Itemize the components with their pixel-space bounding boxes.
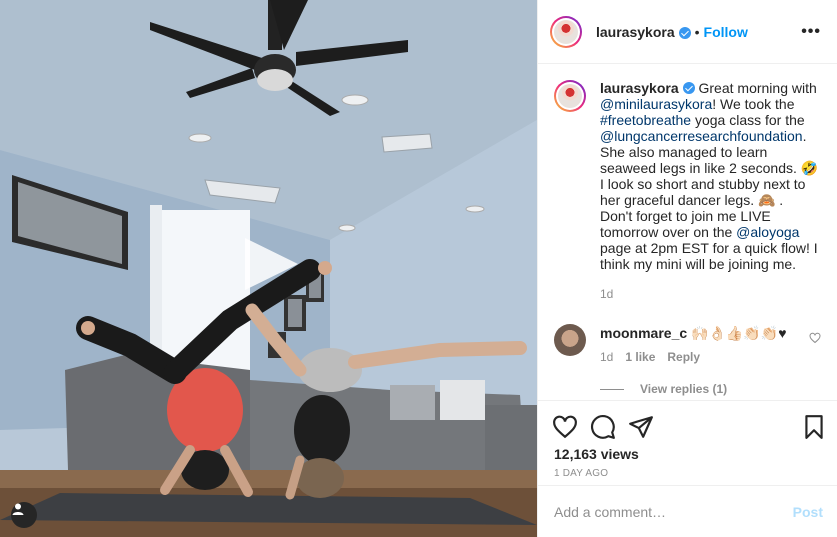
comment-body: moonmare_c 🙌🏻👌🏻👍🏻👏🏻👏🏻♥ 1d 1 like Reply (600, 324, 810, 366)
caption-text: yoga class for the (691, 112, 805, 128)
comment-likes[interactable]: 1 like (625, 348, 655, 366)
verified-badge-icon (682, 82, 695, 94)
save-icon[interactable] (801, 414, 827, 440)
user-tag-button[interactable] (11, 502, 37, 528)
post-side-panel: laurasykora • Follow ••• laurasykora Gre… (537, 0, 837, 537)
mention-link[interactable]: @minilaurasykora (600, 96, 712, 112)
caption: laurasykora Great morning with @minilaur… (554, 80, 821, 302)
user-tag-icon (12, 503, 24, 515)
post-date[interactable]: 1 DAY AGO (538, 468, 837, 479)
post-media[interactable] (0, 0, 537, 537)
author-avatar-ring (552, 17, 580, 46)
comment-timestamp[interactable]: 1d (600, 348, 613, 366)
view-count[interactable]: 12,163 views (538, 446, 837, 462)
caption-text: Great morning with (698, 80, 817, 96)
comment-input[interactable] (554, 503, 793, 520)
mention-link[interactable]: @lungcancerresearchfoundation (600, 128, 803, 144)
caption-text: ! We took the (712, 96, 795, 112)
post-header: laurasykora • Follow ••• (538, 0, 837, 64)
comment-composer: Post (538, 485, 837, 537)
caption-body: laurasykora Great morning with @minilaur… (600, 80, 821, 302)
commenter-avatar[interactable] (554, 324, 586, 356)
view-replies-label: View replies (1) (640, 382, 728, 396)
action-bar (538, 400, 837, 452)
hashtag-link[interactable]: #freetobreathe (600, 112, 691, 128)
author-avatar[interactable] (550, 15, 582, 48)
caption-avatar[interactable] (554, 80, 586, 112)
comment-icon[interactable] (590, 414, 616, 440)
author-username[interactable]: laurasykora (596, 24, 675, 40)
comment-item: moonmare_c 🙌🏻👌🏻👍🏻👏🏻👏🏻♥ 1d 1 like Reply (554, 324, 821, 366)
caption-username[interactable]: laurasykora (600, 80, 679, 96)
commenter-username[interactable]: moonmare_c (600, 325, 687, 341)
caption-timestamp[interactable]: 1d (600, 286, 821, 302)
comment-text: 🙌🏻👌🏻👍🏻👏🏻👏🏻♥ (691, 325, 787, 341)
comments-list[interactable]: laurasykora Great morning with @minilaur… (538, 64, 837, 400)
author-avatar-image (554, 19, 578, 44)
heart-icon[interactable] (809, 332, 821, 344)
verified-badge-icon (678, 26, 691, 39)
follow-button[interactable]: Follow (704, 24, 748, 40)
heart-icon[interactable] (552, 414, 578, 440)
more-options-icon[interactable]: ••• (801, 23, 825, 41)
post-photo (0, 0, 537, 537)
comment-reply-button[interactable]: Reply (667, 348, 700, 366)
share-icon[interactable] (628, 414, 654, 440)
caption-avatar-ring (556, 82, 584, 110)
separator-dot: • (694, 23, 700, 40)
view-replies-button[interactable]: View replies (1) (600, 382, 821, 396)
mention-link[interactable]: @aloyoga (736, 224, 799, 240)
caption-avatar-image (558, 84, 582, 108)
caption-text: page at 2pm EST for a quick flow! I thin… (600, 240, 818, 272)
replies-divider (600, 388, 624, 390)
comment-meta: 1d 1 like Reply (600, 348, 810, 366)
post-comment-button[interactable]: Post (793, 504, 823, 520)
